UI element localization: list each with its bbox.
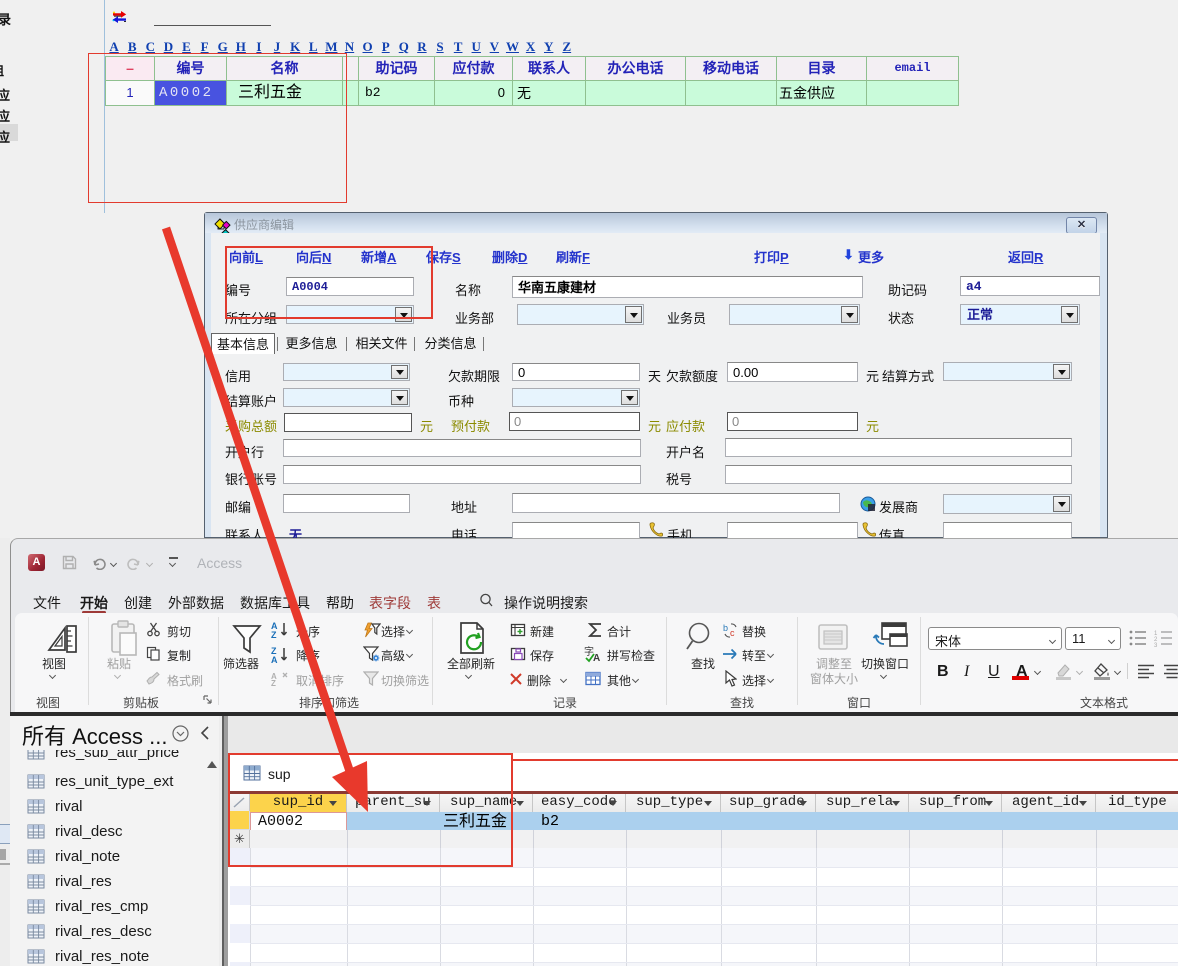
svg-text:A: A (271, 655, 278, 664)
svg-text:Z: Z (271, 679, 276, 687)
svg-text:b: b (723, 623, 728, 633)
svg-text:3: 3 (1154, 643, 1158, 647)
svg-text:Z: Z (271, 630, 277, 639)
svg-text:c: c (730, 628, 735, 638)
